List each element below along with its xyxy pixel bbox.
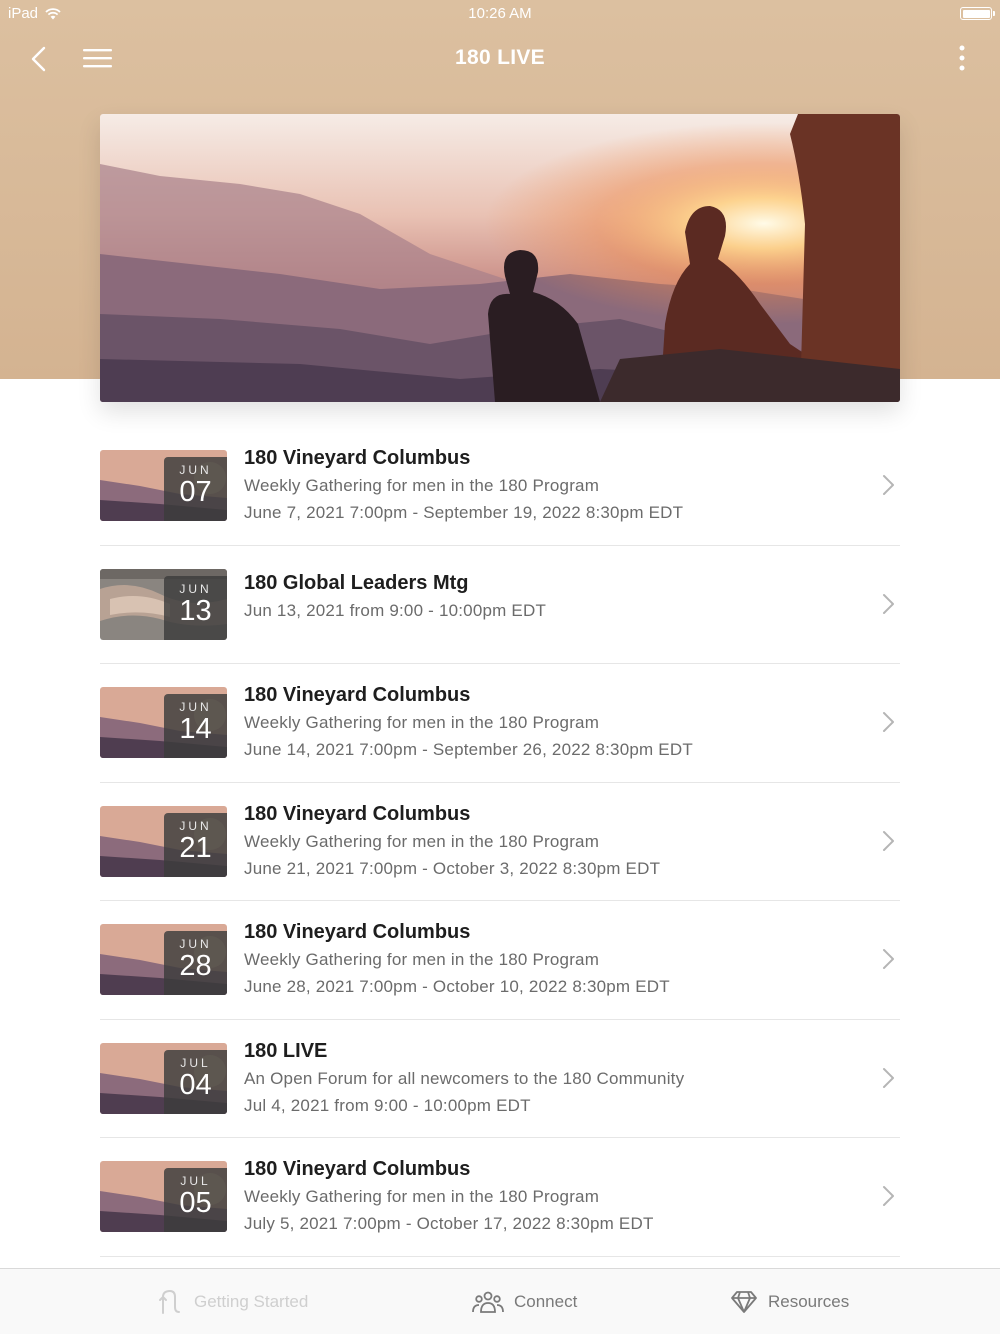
event-row[interactable]: JUN 28 180 Vineyard Columbus Weekly Gath… (100, 901, 900, 1020)
event-row[interactable]: JUL 04 180 LIVE An Open Forum for all ne… (100, 1020, 900, 1138)
date-month: JUN (179, 463, 212, 477)
date-badge: JUN 14 (164, 694, 227, 758)
event-text: 180 Vineyard Columbus Weekly Gathering f… (244, 682, 840, 763)
date-day: 21 (179, 831, 212, 864)
tab-getting-started[interactable]: Getting Started (158, 1269, 308, 1334)
event-text-two-line: 180 Global Leaders Mtg Jun 13, 2021 from… (244, 570, 840, 624)
more-vertical-icon (959, 45, 965, 71)
event-title: 180 LIVE (244, 1039, 328, 1062)
date-month: JUN (179, 700, 212, 714)
event-thumbnail: JUN 28 (100, 924, 227, 995)
event-title: 180 Vineyard Columbus (244, 684, 471, 706)
date-day: 04 (179, 1068, 212, 1101)
date-day: 28 (179, 950, 212, 982)
date-day: 14 (179, 713, 212, 745)
chevron-right-icon (883, 475, 894, 495)
event-list: JUN 07 180 Vineyard Columbus Weekly Gath… (100, 427, 900, 1257)
event-dates: Jul 4, 2021 from 9:00 - 10:00pm EDT (244, 1095, 531, 1115)
page-title: 180 LIVE (455, 46, 545, 69)
date-month: JUL (180, 1055, 211, 1070)
event-thumbnail: JUN 21 (100, 805, 227, 877)
sunset-mountain-image (100, 114, 900, 402)
event-dates: June 14, 2021 7:00pm - September 26, 202… (244, 740, 693, 759)
date-badge: JUN 21 (164, 812, 227, 877)
date-month: JUN (179, 581, 212, 596)
event-subtitle: Weekly Gathering for men in the 180 Prog… (244, 1187, 600, 1206)
chevron-right-icon (883, 1067, 894, 1088)
event-thumbnail: JUN 13 (100, 568, 227, 640)
event-text: 180 LIVE An Open Forum for all newcomers… (244, 1038, 840, 1119)
status-time: 10:26 AM (468, 5, 532, 22)
tab-label: Resources (768, 1292, 850, 1311)
date-badge: JUN 28 (164, 931, 227, 995)
tab-connect[interactable]: Connect (472, 1269, 577, 1334)
event-row[interactable]: JUN 14 180 Vineyard Columbus Weekly Gath… (100, 664, 900, 783)
event-dates: June 28, 2021 7:00pm - October 10, 2022 … (244, 977, 670, 996)
chevron-right-icon (883, 949, 894, 969)
event-dates: Jun 13, 2021 from 9:00 - 10:00pm EDT (244, 600, 547, 620)
chevron-right-icon (883, 1186, 894, 1206)
date-day: 13 (179, 594, 212, 627)
event-row[interactable]: JUN 07 180 Vineyard Columbus Weekly Gath… (100, 427, 900, 546)
date-badge: JUN 07 (164, 457, 227, 521)
chevron-right-icon (883, 712, 894, 732)
date-month: JUN (179, 937, 212, 951)
date-month: JUN (179, 818, 212, 833)
event-dates: June 21, 2021 7:00pm - October 3, 2022 8… (244, 858, 661, 878)
event-row[interactable]: JUL 05 180 Vineyard Columbus Weekly Gath… (100, 1138, 900, 1257)
event-dates: July 5, 2021 7:00pm - October 17, 2022 8… (244, 1214, 654, 1233)
people-icon (472, 1291, 504, 1313)
event-text: 180 Vineyard Columbus Weekly Gathering f… (244, 919, 840, 1000)
chevron-right-icon (883, 830, 894, 851)
nav-bar: 180 LIVE (0, 30, 1000, 86)
event-row[interactable]: JUN 13 180 Global Leaders Mtg Jun 13, 20… (100, 546, 900, 664)
event-title: 180 Vineyard Columbus (244, 802, 471, 825)
date-badge: JUN 13 (164, 575, 227, 640)
tab-label: Connect (514, 1292, 578, 1311)
date-badge: JUL 04 (164, 1049, 227, 1114)
event-text: 180 Vineyard Columbus Weekly Gathering f… (244, 801, 840, 882)
event-row[interactable]: JUN 21 180 Vineyard Columbus Weekly Gath… (100, 783, 900, 901)
date-day: 07 (179, 476, 212, 508)
event-title: 180 Vineyard Columbus (244, 1158, 471, 1180)
event-title: 180 Global Leaders Mtg (244, 571, 469, 594)
tab-label: Getting Started (194, 1292, 309, 1311)
event-thumbnail: JUN 14 (100, 687, 227, 758)
event-subtitle: Weekly Gathering for men in the 180 Prog… (244, 713, 600, 732)
date-badge: JUL 05 (164, 1168, 227, 1232)
tab-resources[interactable]: Resources (730, 1269, 849, 1334)
event-thumbnail: JUN 07 (100, 450, 227, 521)
hero-image (100, 114, 900, 402)
date-month: JUL (180, 1174, 211, 1188)
event-thumbnail: JUL 04 (100, 1042, 227, 1114)
event-thumbnail: JUL 05 (100, 1161, 227, 1232)
path-icon (159, 1290, 180, 1314)
event-text: 180 Vineyard Columbus Weekly Gathering f… (244, 445, 840, 526)
event-title: 180 Vineyard Columbus (244, 921, 471, 943)
battery-icon (960, 7, 995, 20)
event-text: 180 Vineyard Columbus Weekly Gathering f… (244, 1156, 840, 1237)
date-day: 05 (179, 1187, 212, 1219)
status-bar: iPad 10:26 AM (0, 0, 1000, 28)
event-subtitle: Weekly Gathering for men in the 180 Prog… (244, 831, 600, 851)
diamond-icon (731, 1291, 757, 1313)
more-button[interactable] (950, 42, 974, 78)
event-title: 180 Vineyard Columbus (244, 447, 471, 469)
event-subtitle: Weekly Gathering for men in the 180 Prog… (244, 476, 600, 495)
event-subtitle: Weekly Gathering for men in the 180 Prog… (244, 950, 600, 969)
event-subtitle: An Open Forum for all newcomers to the 1… (244, 1068, 685, 1088)
event-dates: June 7, 2021 7:00pm - September 19, 2022… (244, 503, 684, 522)
tab-bar: Getting Started Connect Resources (0, 1268, 1000, 1334)
chevron-right-icon (883, 593, 894, 614)
